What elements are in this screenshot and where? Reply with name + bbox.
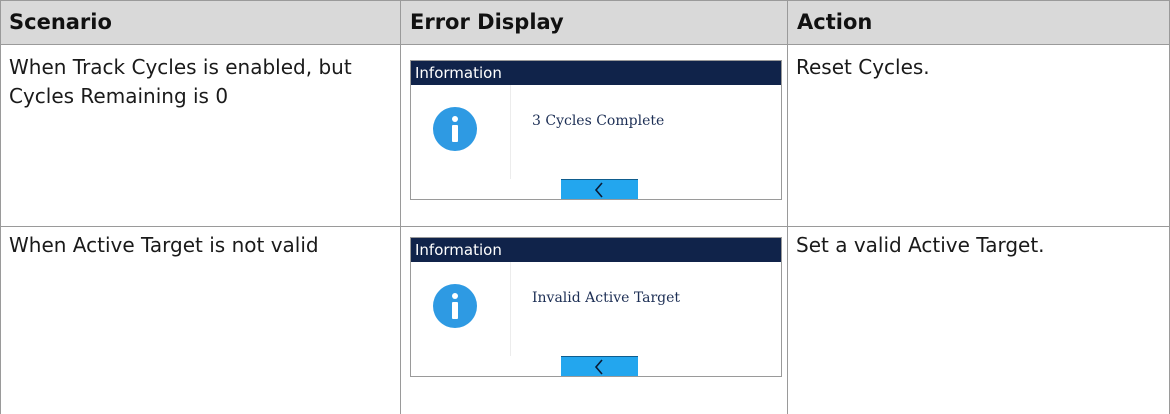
dialog-title: Information bbox=[415, 64, 502, 82]
dialog-title-bar: Information bbox=[411, 61, 781, 85]
row2-scenario-line1: When Active Target is not valid bbox=[9, 233, 319, 257]
info-icon bbox=[433, 107, 477, 151]
header-error-display: Error Display bbox=[401, 0, 787, 45]
dialog-divider bbox=[510, 262, 511, 356]
row1-scenario-line2: Cycles Remaining is 0 bbox=[9, 84, 229, 108]
column-divider bbox=[787, 0, 788, 414]
info-icon bbox=[433, 284, 477, 328]
column-divider bbox=[400, 0, 401, 414]
header-action-label: Action bbox=[797, 10, 873, 34]
dialog-message: 3 Cycles Complete bbox=[532, 113, 665, 129]
dialog-title-bar: Information bbox=[411, 238, 781, 262]
header-error-display-label: Error Display bbox=[410, 10, 564, 34]
row1-scenario: When Track Cycles is enabled, but Cycles… bbox=[9, 53, 352, 111]
dialog-message: Invalid Active Target bbox=[532, 290, 681, 306]
back-button[interactable] bbox=[561, 179, 638, 199]
row2-error-dialog: Information Invalid Active Target bbox=[410, 237, 782, 377]
row-divider bbox=[0, 226, 1170, 227]
row1-error-dialog: Information 3 Cycles Complete bbox=[410, 60, 782, 200]
header-scenario-label: Scenario bbox=[9, 10, 112, 34]
row1-action: Reset Cycles. bbox=[796, 55, 930, 79]
back-button[interactable] bbox=[561, 356, 638, 376]
error-table: Scenario Error Display Action When Track… bbox=[0, 0, 1170, 414]
dialog-title: Information bbox=[415, 241, 502, 259]
header-action: Action bbox=[788, 0, 1170, 45]
row2-scenario: When Active Target is not valid bbox=[9, 231, 319, 260]
header-scenario: Scenario bbox=[0, 0, 400, 45]
dialog-divider bbox=[510, 85, 511, 179]
row2-action: Set a valid Active Target. bbox=[796, 233, 1045, 257]
row1-scenario-line1: When Track Cycles is enabled, but bbox=[9, 55, 352, 79]
chevron-left-icon bbox=[594, 359, 603, 375]
chevron-left-icon bbox=[594, 182, 603, 198]
column-divider bbox=[0, 0, 1, 414]
